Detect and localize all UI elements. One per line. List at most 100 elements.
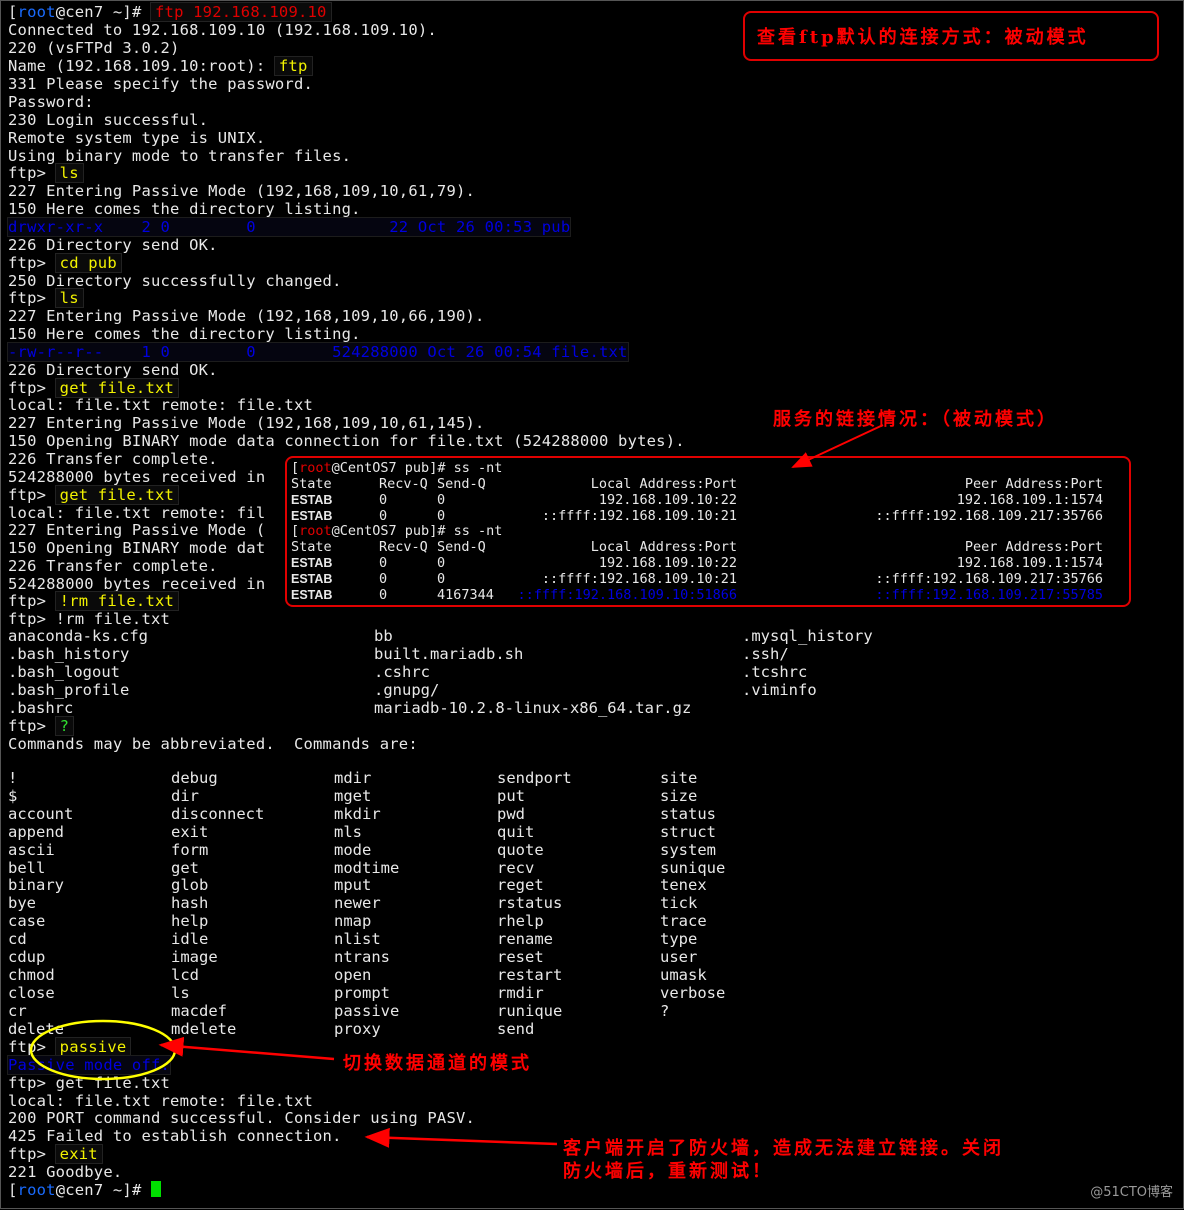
prompt-bracket: [: [8, 1181, 18, 1199]
ftp-command-entry: struct: [660, 822, 716, 841]
home-file-entry: .bash_history: [8, 644, 130, 663]
ftp-command-line: ftp> get file.txt: [8, 378, 180, 398]
ftp-command-entry: dir: [171, 786, 199, 805]
ftp-command-entry: cd: [8, 930, 27, 949]
home-file-entry: .mysql_history: [742, 627, 873, 645]
ftp-command-entry: cdup: [8, 948, 46, 966]
ftp-command-entry: modtime: [334, 858, 400, 877]
output-line: Commands may be abbreviated. Commands ar…: [8, 735, 418, 753]
ss-output-overlay: [root@CentOS7 pub]# ss -nt State Recv-Q Se…: [285, 456, 1131, 607]
ss-connection-row: ESTAB 0 0 192.168.109.10:22 192.168.109.1:15…: [291, 555, 1127, 572]
ss-peer-address: 192.168.109.1:1574: [956, 492, 1103, 508]
terminal-window[interactable]: [root@cen7 ~]# ftp 192.168.109.10 Connec…: [0, 0, 1184, 1209]
home-file-entry: .bashrc: [8, 698, 74, 717]
prompt-host: @cen7 ~]#: [55, 3, 152, 21]
ss-state: ESTAB: [291, 571, 333, 586]
output-line: 150 Opening BINARY mode dat: [8, 539, 266, 557]
home-directory-listing: anaconda-ks.cfg bb .mysql_history .bash_his…: [8, 627, 1008, 718]
ftp-command-entry: close: [8, 983, 55, 1002]
ftp-command-entry: quote: [497, 840, 544, 859]
ftp-command-entry: trace: [660, 912, 707, 931]
ftp-command-entry: reset: [497, 948, 544, 966]
prompt-user: root: [299, 523, 332, 539]
service-connection-callout: 服务的链接情况：（被动模式）: [773, 409, 1058, 430]
ss-sendq: 0: [437, 507, 446, 524]
shell-prompt-line: [root@cen7 ~]# ftp 192.168.109.10: [8, 2, 332, 22]
ss-state: State: [291, 539, 332, 555]
ss-command: @CentOS7 pub]# ss -nt: [331, 523, 503, 539]
ftp-command-entry: tenex: [660, 876, 707, 895]
ss-recvq: 0: [379, 586, 388, 603]
output-line: 150 Here comes the directory listing.: [8, 200, 361, 218]
default-mode-callout: 查看ftp默认的连接方式：被动模式: [757, 27, 1089, 48]
arrow-to-failed-connection: [364, 1127, 558, 1148]
ftp-command-entry: macdef: [171, 1001, 227, 1020]
error-line: 425 Failed to establish connection.: [8, 1127, 342, 1145]
ss-peer-address: ::ffff:192.168.109.217:35766: [875, 570, 1103, 587]
ftp-command-entry: umask: [660, 965, 707, 984]
user-input: !rm file.txt: [54, 591, 180, 611]
ss-local-address: ::ffff:192.168.109.10:21: [541, 507, 737, 524]
ss-sendq: 4167344: [437, 586, 494, 603]
ftp-command-entry: image: [171, 948, 218, 966]
output-line: Connected to 192.168.109.10 (192.168.109…: [8, 21, 437, 39]
watermark: @51CTO博客: [1090, 1185, 1173, 1200]
ftp-command-entry: runique: [497, 1001, 563, 1020]
ss-peer-address: Peer Address:Port: [964, 539, 1103, 555]
home-file-entry: bb: [374, 627, 393, 645]
ss-sendq: 0: [437, 570, 446, 587]
ftp-command-entry: delete: [8, 1019, 64, 1038]
ftp-command-entry: sendport: [497, 769, 572, 787]
user-input: get file.txt: [54, 378, 180, 398]
ss-sendq: Send-Q: [437, 476, 486, 492]
output-line: local: file.txt remote: fil: [8, 504, 266, 522]
ftp-command-entry: rstatus: [497, 894, 563, 913]
switch-mode-callout: 切换数据通道的模式: [343, 1053, 532, 1074]
ftp-command-entry: bell: [8, 858, 46, 877]
ftp-prompt: ftp>: [8, 1145, 56, 1163]
ss-connection-row: ESTAB 0 4167344::ffff:192.168.109.10:51866…: [291, 586, 1127, 604]
ftp-prompt: ftp>: [8, 717, 56, 735]
ftp-command-entry: lcd: [171, 965, 199, 984]
output-line: 524288000 bytes received in: [8, 468, 266, 486]
ss-recvq: 0: [379, 570, 388, 587]
ss-recvq: 0: [379, 492, 388, 508]
output-line: 226 Transfer complete.: [8, 557, 218, 575]
home-file-entry: .gnupg/: [374, 680, 440, 699]
ss-state: ESTAB: [291, 556, 333, 570]
output-line: 226 Directory send OK.: [8, 236, 218, 254]
ss-state: ESTAB: [291, 587, 333, 602]
prompt-user: root: [17, 1181, 56, 1199]
ftp-command-entry: rhelp: [497, 912, 544, 931]
ftp-command-line: ftp> exit: [8, 1144, 103, 1164]
ftp-command-entry: type: [660, 930, 698, 949]
ftp-connect-command: ftp 192.168.109.10: [150, 2, 332, 22]
ftp-command-entry: user: [660, 948, 698, 966]
ftp-command-entry: mget: [334, 786, 372, 805]
output-line: 524288000 bytes received in: [8, 575, 266, 593]
ftp-command-entry: recv: [497, 858, 535, 877]
directory-listing-entry: drwxr-xr-x 2 0 0 22 Oct 26 00:53 pub: [6, 217, 572, 237]
ftp-command-entry: exit: [171, 822, 209, 841]
ftp-command-entry: reget: [497, 876, 544, 895]
output-line: 227 Entering Passive Mode (192,168,109,1…: [8, 182, 476, 200]
ftp-command-entry: $: [8, 786, 18, 805]
ftp-command-line: ftp> ?: [8, 716, 75, 736]
user-input: ls: [54, 288, 84, 308]
ftp-command-entry: chmod: [8, 965, 55, 984]
ftp-command-entry: disconnect: [171, 804, 265, 823]
user-input: ftp: [273, 56, 313, 76]
user-input: ?: [54, 716, 75, 736]
ss-state: State: [291, 476, 332, 492]
home-file-entry: mariadb-10.2.8-linux-x86_64.tar.gz: [374, 698, 692, 717]
output-line: Remote system type is UNIX.: [8, 129, 266, 147]
ftp-command-entry: put: [497, 786, 525, 805]
ss-sendq: 0: [437, 492, 446, 508]
ftp-command-entry: !: [8, 769, 18, 787]
ftp-command-line: ftp> get file.txt: [8, 485, 180, 505]
ss-local-address: Local Address:Port: [590, 476, 737, 492]
shell-prompt-line[interactable]: [root@cen7 ~]#: [8, 1181, 162, 1199]
ftp-command-entry: get: [171, 858, 199, 877]
home-file-entry: .viminfo: [742, 680, 817, 699]
home-file-entry: .ssh/: [742, 644, 789, 663]
